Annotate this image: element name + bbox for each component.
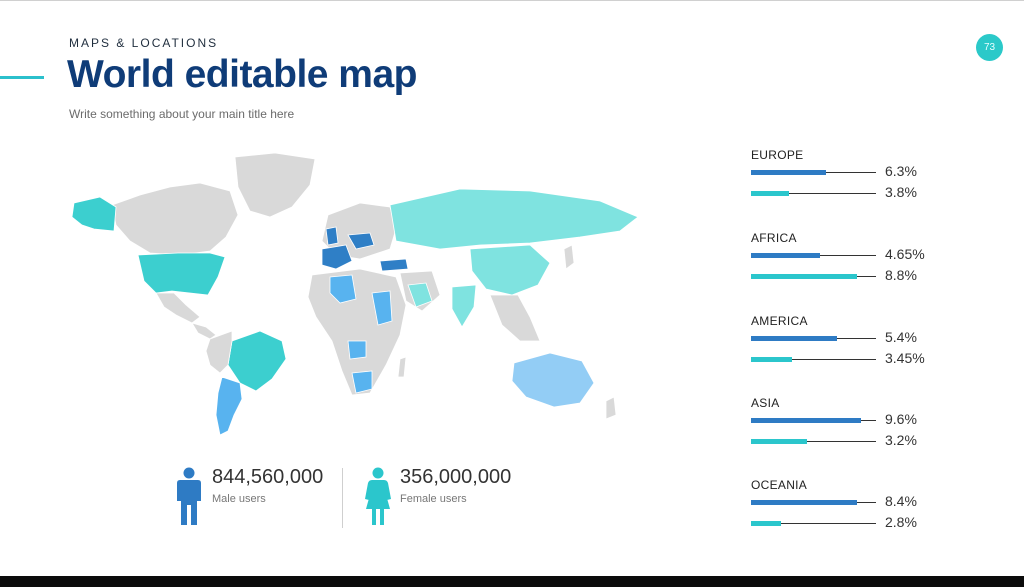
- bar-value: 9.6%: [885, 411, 917, 427]
- bar-row: 4.65%: [751, 245, 981, 266]
- map-region-russia: [389, 188, 639, 250]
- world-map: [71, 152, 639, 436]
- region-oceania: OCEANIA 8.4% 2.8%: [751, 478, 981, 534]
- bar-row: 8.8%: [751, 266, 981, 287]
- bar-fill-primary: [751, 336, 837, 341]
- page-subtitle: Write something about your main title he…: [69, 107, 295, 121]
- bar-fill-primary: [751, 418, 861, 423]
- male-users-value: 844,560,000: [212, 466, 324, 488]
- female-users-stat: 356,000,000 Female users: [400, 466, 511, 505]
- map-region-argentina: [215, 376, 243, 436]
- map-region-western-europe: [321, 244, 353, 270]
- region-name: AFRICA: [751, 231, 797, 245]
- bar-fill-secondary: [751, 274, 857, 279]
- stats-divider: [342, 468, 343, 528]
- male-users-label: Male users: [212, 493, 266, 505]
- section-kicker: MAPS & LOCATIONS: [69, 36, 219, 50]
- map-region-angola: [347, 340, 367, 360]
- bar-row: 8.4%: [751, 492, 981, 513]
- male-users-stat: 844,560,000 Male users: [212, 466, 323, 505]
- bar-fill-secondary: [751, 357, 792, 362]
- page-title: World editable map: [67, 53, 418, 96]
- map-region-canada: [111, 182, 239, 256]
- bar-value: 8.4%: [885, 493, 917, 509]
- bar-fill-primary: [751, 170, 826, 175]
- bar-value: 4.65%: [885, 246, 925, 262]
- region-name: AMERICA: [751, 314, 808, 328]
- bar-row: 6.3%: [751, 162, 981, 183]
- map-region-india: [451, 284, 477, 328]
- region-name: EUROPE: [751, 148, 804, 162]
- bar-row: 2.8%: [751, 513, 981, 534]
- bottom-bar: [0, 576, 1024, 587]
- bar-fill-primary: [751, 253, 820, 258]
- map-region-greenland: [234, 152, 316, 218]
- map-region-central-america: [191, 322, 217, 340]
- region-africa: AFRICA 4.65% 8.8%: [751, 231, 981, 287]
- bar-fill-secondary: [751, 521, 781, 526]
- bar-fill-secondary: [751, 439, 807, 444]
- map-region-usa: [137, 252, 226, 296]
- bar-value: 3.8%: [885, 184, 917, 200]
- map-region-uk: [325, 226, 339, 246]
- bar-row: 9.6%: [751, 410, 981, 431]
- bar-row: 3.45%: [751, 349, 981, 370]
- map-region-japan: [563, 244, 575, 270]
- bar-value: 6.3%: [885, 163, 917, 179]
- bar-value: 5.4%: [885, 329, 917, 345]
- bar-fill-secondary: [751, 191, 789, 196]
- male-person-icon: [177, 467, 201, 525]
- map-region-madagascar: [397, 356, 407, 378]
- bar-value: 2.8%: [885, 514, 917, 530]
- title-accent-line: [0, 76, 44, 79]
- bar-row: 3.2%: [751, 431, 981, 452]
- map-region-china: [469, 244, 551, 296]
- female-users-value: 356,000,000: [400, 466, 512, 488]
- region-asia: ASIA 9.6% 3.2%: [751, 396, 981, 452]
- bar-value: 3.45%: [885, 350, 925, 366]
- page-number-badge: 73: [976, 34, 1003, 61]
- region-europe: EUROPE 6.3% 3.8%: [751, 148, 981, 204]
- bar-value: 8.8%: [885, 267, 917, 283]
- bar-row: 3.8%: [751, 183, 981, 204]
- map-region-southeast-asia: [489, 294, 541, 342]
- region-name: OCEANIA: [751, 478, 808, 492]
- region-america: AMERICA 5.4% 3.45%: [751, 314, 981, 370]
- female-person-icon: [365, 467, 391, 525]
- bar-value: 3.2%: [885, 432, 917, 448]
- bar-fill-primary: [751, 500, 857, 505]
- top-border: [0, 0, 1024, 1]
- map-region-mexico: [155, 292, 201, 324]
- map-region-alaska: [71, 196, 117, 232]
- female-users-label: Female users: [400, 493, 467, 505]
- map-region-australia: [511, 352, 595, 408]
- map-region-new-zealand: [605, 396, 617, 420]
- map-region-south-africa: [351, 370, 373, 394]
- map-region-turkey: [379, 258, 409, 272]
- region-name: ASIA: [751, 396, 780, 410]
- bar-row: 5.4%: [751, 328, 981, 349]
